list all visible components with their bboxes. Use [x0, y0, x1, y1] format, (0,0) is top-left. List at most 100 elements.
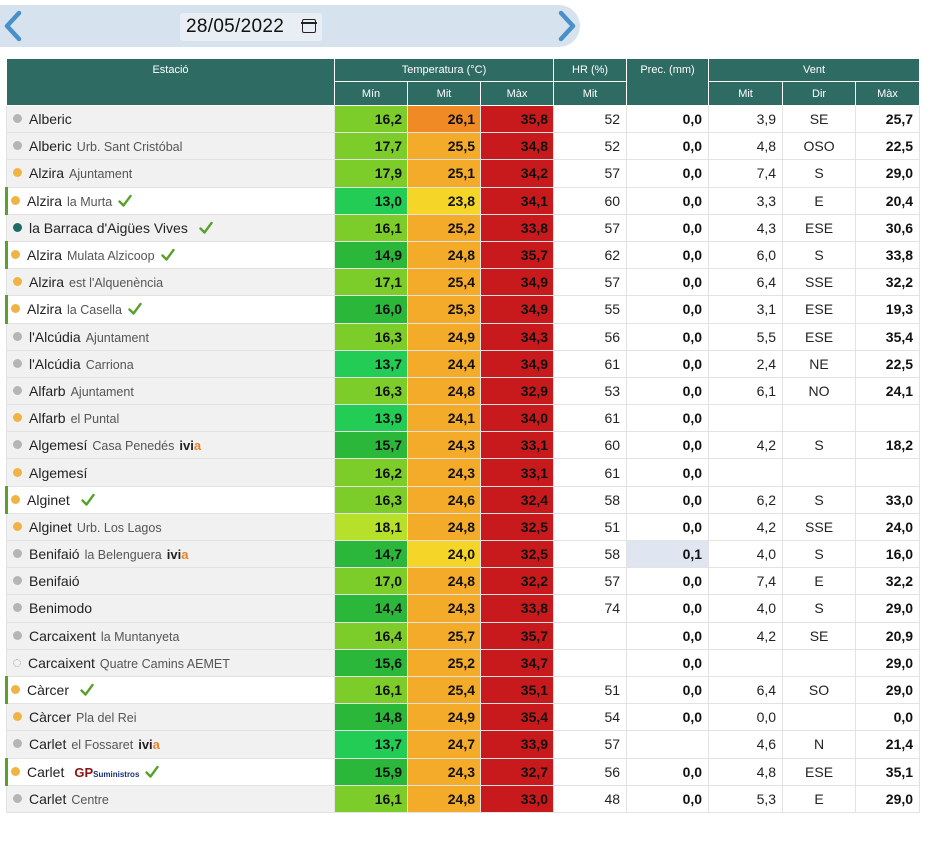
header-temp-mit[interactable]: Mit [407, 81, 481, 106]
next-day-chevron-icon[interactable] [552, 9, 580, 43]
station-cell[interactable]: Alginet Urb. Los Lagos [6, 512, 335, 542]
table-row[interactable]: Alfarb Ajuntament 16,3 24,8 32,9 53 0,0 6,1 NO 24… [6, 376, 921, 406]
station-name[interactable]: Alberic [29, 138, 72, 154]
header-hr-mit[interactable]: Mit [553, 81, 628, 106]
table-row[interactable]: Alginet Urb. Los Lagos 18,1 24,8 32,5 51 0,0 4,… [6, 512, 921, 542]
table-row[interactable]: Carlet el Fossaret ivia 13,7 24,7 33,9 57 4,6 N 2… [6, 730, 921, 759]
station-cell[interactable]: Carlet el Fossaret ivia [6, 730, 335, 759]
station-name[interactable]: l'Alcúdia [29, 329, 81, 345]
header-wind-mit[interactable]: Mit [708, 81, 784, 106]
table-row[interactable]: Alginet 16,3 24,6 32,4 58 0,0 6,2 S 33,0 [5, 485, 921, 514]
station-name[interactable]: Algemesí [29, 465, 87, 481]
table-row[interactable]: Càrcer Pla del Rei 14,8 24,9 35,4 54 0,0 0,0 0,0 [6, 703, 921, 732]
station-cell[interactable]: l'Alcúdia Carriona [6, 349, 335, 378]
station-cell[interactable]: Carcaixent Quatre Camins AEMET [6, 648, 335, 677]
wind-max-cell: 29,0 [855, 648, 921, 677]
wind-max-cell: 35,1 [855, 757, 921, 786]
station-name[interactable]: Alginet [27, 492, 70, 508]
station-cell[interactable]: Benifaió la Belenguera ivia [6, 539, 335, 569]
table-row[interactable]: Algemesí 16,2 24,3 33,1 61 0,0 [6, 458, 921, 487]
station-name[interactable]: Càrcer [29, 709, 71, 725]
station-cell[interactable]: Alzira est l'Alquenència [6, 268, 335, 297]
calendar-icon[interactable] [301, 19, 317, 33]
station-cell[interactable]: Alberic Urb. Sant Cristóbal [6, 132, 335, 161]
temp-max-cell: 33,8 [479, 594, 555, 623]
station-name[interactable]: Alginet [29, 519, 72, 535]
header-temp-min[interactable]: Mín [334, 81, 408, 106]
table-row[interactable]: Carcaixent la Muntanyeta 16,4 25,7 35,7 0,0 4,… [6, 621, 921, 650]
station-name[interactable]: Carlet [27, 764, 64, 780]
header-station[interactable]: Estació [6, 58, 335, 106]
station-cell[interactable]: Carlet Centre [6, 784, 335, 813]
temp-max-cell: 35,8 [479, 104, 555, 134]
table-row[interactable]: Carlet Centre 16,1 24,8 33,0 48 0,0 5,3 E 29,0 [6, 784, 921, 813]
table-row[interactable]: Benifaió la Belenguera ivia 14,7 24,0 32,5 58 0… [6, 539, 921, 569]
header-temp-max[interactable]: Màx [479, 81, 555, 106]
station-name[interactable]: Benimodo [29, 600, 92, 616]
table-row[interactable]: Alzira est l'Alquenència 17,1 25,4 34,9 57 0,0… [6, 268, 921, 297]
station-cell[interactable]: Alzira Ajuntament [6, 159, 335, 188]
station-name[interactable]: Càrcer [27, 682, 69, 698]
header-wind-dir[interactable]: Dir [782, 81, 857, 106]
table-row[interactable]: Alberic 16,2 26,1 35,8 52 0,0 3,9 SE 25,7 [6, 104, 921, 134]
station-subname: Carriona [85, 357, 134, 372]
wind-mit-cell: 3,3 [708, 186, 784, 215]
station-name[interactable]: Alzira [27, 301, 62, 317]
wind-max-cell: 24,0 [855, 512, 921, 542]
station-cell[interactable]: Carlet GPSuministros [5, 757, 335, 786]
table-row[interactable]: la Barraca d'Aigües Vives 16,1 25,2 33,8 57 0… [6, 213, 921, 242]
station-name[interactable]: Carlet [29, 736, 66, 752]
table-row[interactable]: Benimodo 14,4 24,3 33,8 74 0,0 4,0 S 29,0 [6, 594, 921, 623]
station-cell[interactable]: Alginet [5, 485, 335, 514]
station-name[interactable]: la Barraca d'Aigües Vives [29, 220, 188, 236]
table-row[interactable]: Càrcer 16,1 25,4 35,1 51 0,0 6,4 SO 29,0 [5, 675, 921, 705]
station-cell[interactable]: Càrcer Pla del Rei [6, 703, 335, 732]
wind-max-cell: 21,4 [855, 730, 921, 759]
station-name[interactable]: Algemesí [29, 437, 87, 453]
table-row[interactable]: l'Alcúdia Ajuntament 16,3 24,9 34,3 56 0,0 5,5 E… [6, 322, 921, 351]
station-name[interactable]: Carlet [29, 791, 66, 807]
previous-day-chevron-icon[interactable] [0, 9, 28, 43]
table-row[interactable]: Alzira Ajuntament 17,9 25,1 34,2 57 0,0 7,4 S 29,… [6, 159, 921, 188]
station-name[interactable]: Alzira [29, 165, 64, 181]
station-cell[interactable]: Alfarb Ajuntament [6, 376, 335, 406]
date-input[interactable]: 28/05/2022 [180, 13, 322, 41]
table-row[interactable]: Alfarb el Puntal 13,9 24,1 34,0 61 0,0 [6, 404, 921, 433]
station-name[interactable]: Carcaixent [28, 655, 95, 671]
station-name[interactable]: Alzira [27, 247, 62, 263]
station-name[interactable]: Alfarb [29, 383, 66, 399]
station-name[interactable]: Alfarb [29, 410, 66, 426]
station-cell[interactable]: Algemesí Casa Penedés ivia [6, 431, 335, 460]
station-name[interactable]: Alberic [29, 111, 72, 127]
station-cell[interactable]: l'Alcúdia Ajuntament [6, 322, 335, 351]
table-row[interactable]: Benifaió 17,0 24,8 32,2 57 0,0 7,4 E 32,2 [6, 567, 921, 596]
station-name[interactable]: l'Alcúdia [29, 356, 81, 372]
table-row[interactable]: Alzira Mulata Alzicoop 14,9 24,8 35,7 62 0,0 6,… [5, 240, 921, 270]
station-name[interactable]: Benifaió [29, 573, 80, 589]
station-cell[interactable]: Benifaió [6, 567, 335, 596]
table-row[interactable]: Alzira la Murta 13,0 23,8 34,1 60 0,0 3,3 E 20,4 [5, 186, 921, 215]
table-row[interactable]: Carlet GPSuministros 15,9 24,3 32,7 56 0,0 4,8 E… [5, 757, 921, 786]
table-row[interactable]: Alzira la Casella 16,0 25,3 34,9 55 0,0 3,1 ESE 1… [5, 295, 921, 324]
station-cell[interactable]: Alzira Mulata Alzicoop [5, 240, 335, 270]
station-cell[interactable]: Càrcer [5, 675, 335, 705]
station-cell[interactable]: Benimodo [6, 594, 335, 623]
table-row[interactable]: Carcaixent Quatre Camins AEMET 15,6 25,2 34,… [6, 648, 921, 677]
station-cell[interactable]: Algemesí [6, 458, 335, 487]
station-cell[interactable]: Alberic [6, 104, 335, 134]
header-wind-max[interactable]: Màx [855, 81, 921, 106]
table-row[interactable]: Algemesí Casa Penedés ivia 15,7 24,3 33,1 60 0,… [6, 431, 921, 460]
station-cell[interactable]: Alfarb el Puntal [6, 404, 335, 433]
station-name[interactable]: Carcaixent [29, 628, 96, 644]
wind-mit-cell: 4,2 [708, 621, 784, 650]
station-status-dot-icon [13, 521, 22, 531]
station-cell[interactable]: Carcaixent la Muntanyeta [6, 621, 335, 650]
station-name[interactable]: Alzira [29, 274, 64, 290]
table-row[interactable]: Alberic Urb. Sant Cristóbal 17,7 25,5 34,8 52… [6, 132, 921, 161]
station-cell[interactable]: Alzira la Murta [5, 186, 335, 215]
station-cell[interactable]: Alzira la Casella [5, 295, 335, 324]
station-name[interactable]: Alzira [27, 193, 62, 209]
station-cell[interactable]: la Barraca d'Aigües Vives [6, 213, 335, 242]
station-name[interactable]: Benifaió [29, 546, 80, 562]
table-row[interactable]: l'Alcúdia Carriona 13,7 24,4 34,9 61 0,0 2,4 NE 2… [6, 349, 921, 378]
